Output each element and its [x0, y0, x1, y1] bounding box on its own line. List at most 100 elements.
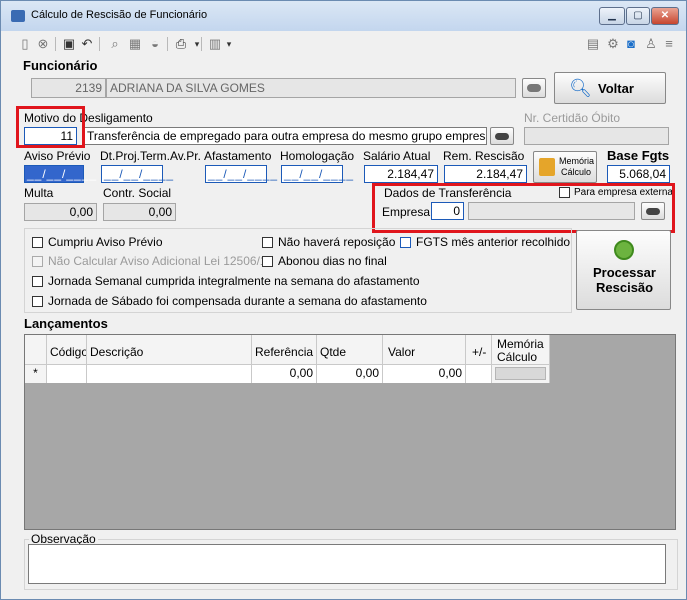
multa-label: Multa — [24, 186, 54, 200]
nao-calcular-label: Não Calcular Aviso Adicional Lei 12506/1… — [48, 254, 273, 268]
magnifier-icon: 🔍︎ — [569, 78, 592, 98]
close-button[interactable]: ✕ — [651, 7, 679, 25]
certidao-field[interactable] — [524, 127, 669, 145]
print-icon[interactable]: ⎙ — [173, 36, 189, 52]
new-row-codigo-cell[interactable] — [47, 365, 87, 383]
voltar-button[interactable]: 🔍︎ Voltar — [554, 72, 666, 104]
col-valor[interactable]: Valor — [383, 335, 466, 365]
col-qtde[interactable]: Qtde — [317, 335, 383, 365]
fgts-anterior-checkbox[interactable] — [400, 237, 411, 248]
salario-atual-label: Salário Atual — [363, 149, 431, 163]
new-row-descricao-cell[interactable] — [87, 365, 252, 383]
menu-icon[interactable]: ≡ — [661, 36, 677, 52]
dt-proj-field[interactable]: __/__/____ — [101, 165, 173, 183]
nao-calcular-checkbox[interactable] — [32, 256, 43, 267]
nao-reposicao-label: Não haverá reposição — [278, 235, 396, 249]
voltar-label: Voltar — [598, 81, 634, 96]
homologacao-field[interactable]: __/__/____ — [281, 165, 353, 183]
jornada-sabado-checkbox[interactable] — [32, 296, 43, 307]
user-icon[interactable]: ♙ — [643, 36, 659, 52]
toolbar-separator — [99, 37, 100, 51]
processar-rescisao-button[interactable]: Processar Rescisão — [576, 230, 671, 310]
abonou-dias-label: Abonou dias no final — [278, 254, 387, 268]
memoria-calculo-button[interactable]: Memória Cálculo — [533, 151, 597, 183]
find-icon[interactable]: ⌕ — [107, 36, 123, 52]
multa-field[interactable]: 0,00 — [24, 203, 97, 221]
memoria-label-1: Memória — [559, 156, 595, 166]
cancel-icon[interactable]: ⊗ — [35, 36, 51, 52]
jornada-semanal-checkbox[interactable] — [32, 276, 43, 287]
observacao-field[interactable] — [28, 544, 666, 584]
cumpriu-aviso-checkbox[interactable] — [32, 237, 43, 248]
aviso-previo-label: Aviso Prévio — [24, 149, 91, 163]
funcionario-code-field[interactable]: 2139 — [31, 78, 106, 98]
new-row-sinal-cell[interactable] — [466, 365, 492, 383]
motivo-lookup-button[interactable] — [490, 127, 514, 145]
cumpriu-aviso-label: Cumpriu Aviso Prévio — [48, 235, 163, 249]
scroll-icon — [539, 158, 555, 176]
new-row-memoria-cell[interactable] — [492, 365, 550, 383]
binoculars-icon — [495, 133, 509, 140]
afastamento-field[interactable]: __/__/____ — [205, 165, 277, 183]
aviso-previo-field[interactable]: __/__/____ — [24, 165, 96, 183]
fgts-anterior-label: FGTS mês anterior recolhido — [416, 235, 571, 249]
calculator-icon[interactable]: ▤ — [585, 36, 601, 52]
toolbar-separator — [55, 37, 56, 51]
afastamento-label: Afastamento — [204, 149, 272, 163]
funcionario-lookup-button[interactable] — [522, 78, 546, 98]
row-header-column — [25, 335, 47, 365]
memoria-cell-button[interactable] — [495, 367, 546, 380]
maximize-button[interactable]: ▢ — [626, 7, 650, 25]
memoria-label-2: Cálculo — [561, 167, 592, 177]
certidao-label: Nr. Certidão Óbito — [524, 111, 621, 125]
col-sinal[interactable]: +/- — [466, 335, 492, 365]
jornada-semanal-label: Jornada Semanal cumprida integralmente n… — [48, 274, 420, 288]
window-title: Cálculo de Rescisão de Funcionário — [31, 9, 208, 21]
new-row-referencia-cell[interactable]: 0,00 — [252, 365, 317, 383]
col-referencia[interactable]: Referência — [252, 335, 317, 365]
undo-icon[interactable]: ↶ — [79, 36, 95, 52]
base-fgts-label: Base Fgts — [607, 148, 670, 163]
processar-label-2: Rescisão — [596, 280, 654, 295]
toolbar: ▯ ⊗ ▣ ↶ ⌕ ▦ ◒ ⎙ ▾ ▥ ▾ ▤ ⚙ ◙ ♙ ≡ — [9, 33, 678, 55]
refresh-icon — [614, 240, 634, 260]
motivo-description-field[interactable]: Transferência de empregado para outra em… — [83, 127, 487, 145]
settings-icon[interactable]: ⚙ — [605, 36, 621, 52]
homologacao-label: Homologação — [280, 149, 355, 163]
new-row-qtde-cell[interactable]: 0,00 — [317, 365, 383, 383]
save-icon[interactable]: ▣ — [61, 36, 77, 52]
col-codigo[interactable]: Código — [47, 335, 87, 365]
toolbar-separator — [201, 37, 202, 51]
rescisao-form: Funcionário 2139 ADRIANA DA SILVA GOMES … — [11, 57, 678, 593]
erase-icon[interactable]: ◒ — [147, 36, 163, 52]
app-icon — [11, 10, 25, 22]
rem-rescisao-field[interactable]: 2.184,47 — [444, 165, 527, 183]
col-descricao[interactable]: Descrição — [87, 335, 252, 365]
chevron-down-icon[interactable]: ▾ — [221, 36, 237, 52]
new-row-valor-cell[interactable]: 0,00 — [383, 365, 466, 383]
funcionario-name-field[interactable]: ADRIANA DA SILVA GOMES — [106, 78, 516, 98]
new-icon[interactable]: ▯ — [17, 36, 33, 52]
col-memoria[interactable]: Memória Cálculo — [492, 335, 550, 365]
lancamentos-title: Lançamentos — [24, 316, 108, 331]
base-fgts-field[interactable]: 5.068,04 — [607, 165, 670, 183]
salario-atual-field[interactable]: 2.184,47 — [364, 165, 438, 183]
minimize-button[interactable]: ▁ — [599, 7, 625, 25]
highlight-box-motivo — [16, 106, 85, 148]
toolbar-separator — [167, 37, 168, 51]
grid-icon[interactable]: ▦ — [127, 36, 143, 52]
window-icon[interactable]: ◙ — [623, 36, 639, 52]
processar-label-1: Processar — [593, 265, 656, 280]
contr-social-field[interactable]: 0,00 — [103, 203, 176, 221]
title-bar[interactable]: Cálculo de Rescisão de Funcionário ▁ ▢ ✕ — [1, 1, 686, 31]
chevron-down-icon[interactable]: ▾ — [189, 36, 205, 52]
highlight-box-transferencia — [372, 183, 675, 233]
nao-reposicao-checkbox[interactable] — [262, 237, 273, 248]
funcionario-section-title: Funcionário — [23, 58, 98, 73]
new-row-marker: * — [25, 365, 47, 383]
jornada-sabado-label: Jornada de Sábado foi compensada durante… — [48, 294, 427, 308]
binoculars-icon — [527, 84, 541, 92]
abonou-dias-checkbox[interactable] — [262, 256, 273, 267]
rescisao-window: Cálculo de Rescisão de Funcionário ▁ ▢ ✕… — [0, 0, 687, 600]
lancamentos-grid[interactable]: Código Descrição Referência Qtde Valor +… — [24, 334, 676, 530]
